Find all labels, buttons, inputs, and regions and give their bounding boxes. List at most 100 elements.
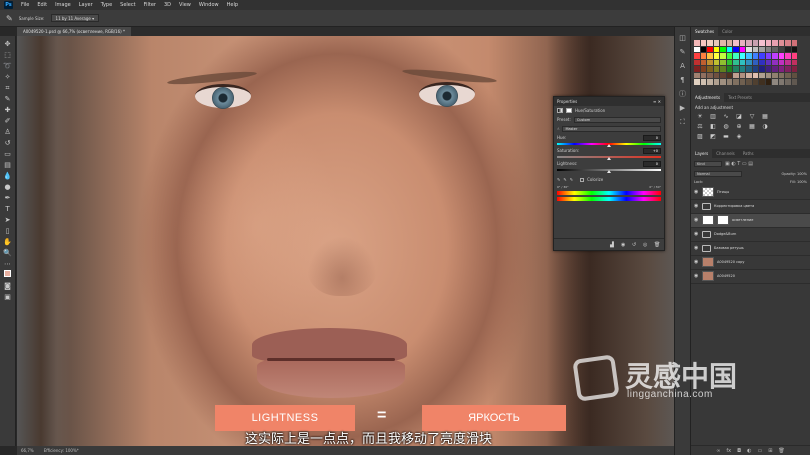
swatch-color[interactable]	[739, 46, 745, 52]
swatch-color[interactable]	[733, 59, 739, 65]
swatch-color[interactable]	[700, 53, 706, 59]
swatch-color[interactable]	[765, 46, 771, 52]
channel-mixer-icon[interactable]: ⊕	[735, 123, 743, 130]
swatch-color[interactable]	[720, 59, 726, 65]
swatch-color[interactable]	[746, 79, 752, 85]
hsl-icon[interactable]: ▦	[761, 113, 769, 120]
menu-image[interactable]: Image	[55, 2, 71, 8]
layer-visibility-eye-icon[interactable]: ◉	[694, 273, 699, 279]
info-panel-icon[interactable]: ⓘ	[678, 89, 688, 99]
swatch-color[interactable]	[726, 59, 732, 65]
hue-input[interactable]: 0	[643, 134, 661, 141]
swatch-color[interactable]	[759, 59, 765, 65]
lightness-slider[interactable]	[557, 168, 661, 173]
swatch-color[interactable]	[733, 40, 739, 46]
preset-dropdown[interactable]: Custom	[573, 116, 661, 123]
menu-layer[interactable]: Layer	[79, 2, 93, 8]
swatch-color[interactable]	[765, 79, 771, 85]
link-layers-icon[interactable]: ∞	[716, 448, 720, 454]
swatch-color[interactable]	[713, 79, 719, 85]
photo-filter-icon[interactable]: ◍	[722, 123, 730, 130]
swatch-color[interactable]	[733, 72, 739, 78]
eyedropper-icon[interactable]: ✎	[6, 14, 13, 23]
swatch-color[interactable]	[726, 72, 732, 78]
swatch-color[interactable]	[765, 53, 771, 59]
swatch-color[interactable]	[791, 59, 797, 65]
actions-panel-icon[interactable]: ▶	[678, 103, 688, 113]
swatch-color[interactable]	[700, 46, 706, 52]
menu-window[interactable]: Window	[199, 2, 219, 8]
lasso-tool-icon[interactable]: ➰	[3, 61, 13, 71]
kind-dropdown[interactable]: Kind	[694, 160, 722, 167]
swatch-color[interactable]	[778, 72, 784, 78]
menu-edit[interactable]: Edit	[37, 2, 47, 8]
swatch-color[interactable]	[759, 46, 765, 52]
swatch-color[interactable]	[778, 79, 784, 85]
lightness-slider-thumb[interactable]	[607, 170, 611, 173]
swatch-color[interactable]	[785, 72, 791, 78]
eyedropper-subtract-icon[interactable]: ✎	[570, 177, 573, 182]
swatch-color[interactable]	[707, 40, 713, 46]
navigator-panel-icon[interactable]: ⛶	[678, 117, 688, 127]
swatch-color[interactable]	[778, 40, 784, 46]
swatch-color[interactable]	[739, 66, 745, 72]
swatch-color[interactable]	[720, 40, 726, 46]
saturation-input[interactable]: +0	[643, 147, 661, 154]
swatch-color[interactable]	[778, 66, 784, 72]
lightness-input[interactable]: 0	[643, 160, 661, 167]
swatch-color[interactable]	[726, 53, 732, 59]
gradient-map-icon[interactable]: ▬	[722, 133, 730, 140]
swatch-color[interactable]	[694, 53, 700, 59]
hue-slider[interactable]	[557, 142, 661, 147]
swatch-color[interactable]	[791, 66, 797, 72]
sample-size-dropdown[interactable]: 11 by 11 Average ▾	[50, 14, 100, 22]
swatch-color[interactable]	[707, 59, 713, 65]
color-lookup-icon[interactable]: ▦	[748, 123, 756, 130]
menu-type[interactable]: Type	[101, 2, 112, 8]
photoshop-logo-icon[interactable]: Ps	[4, 1, 13, 9]
swatch-color[interactable]	[694, 40, 700, 46]
mask-icon[interactable]	[566, 108, 572, 113]
tab-layers[interactable]: Layers	[691, 148, 713, 158]
black-white-icon[interactable]: ◧	[709, 123, 717, 130]
layer-visibility-eye-icon[interactable]: ◉	[694, 203, 699, 209]
swatch-color[interactable]	[694, 59, 700, 65]
brush-tool-icon[interactable]: ✐	[3, 116, 13, 126]
swatch-color[interactable]	[791, 40, 797, 46]
swatch-color[interactable]	[746, 59, 752, 65]
menu-view[interactable]: View	[179, 2, 191, 8]
new-adjustment-icon[interactable]: ◐	[747, 448, 751, 454]
hand-tool-icon[interactable]: ✋	[3, 237, 13, 247]
layer-visibility-eye-icon[interactable]: ◉	[694, 245, 699, 251]
swatch-color[interactable]	[746, 40, 752, 46]
layer-row[interactable]: ◉ Корректировка цвета	[691, 200, 810, 214]
clone-stamp-tool-icon[interactable]: ♙	[3, 127, 13, 137]
swatch-color[interactable]	[700, 66, 706, 72]
brush-panel-icon[interactable]: ✎	[678, 47, 688, 57]
exposure-icon[interactable]: ◪	[735, 113, 743, 120]
swatch-color[interactable]	[713, 46, 719, 52]
swatch-color[interactable]	[746, 66, 752, 72]
panel-menu-icon[interactable]: ≡ ✕	[653, 99, 661, 104]
eyedropper-sample-icon[interactable]: ✎	[557, 177, 560, 182]
marquee-tool-icon[interactable]: ⬚	[3, 50, 13, 60]
character-panel-icon[interactable]: A	[678, 61, 688, 71]
blend-mode-dropdown[interactable]: Normal	[694, 170, 742, 177]
swatch-color[interactable]	[765, 66, 771, 72]
tab-swatches[interactable]: Swatches	[691, 27, 719, 36]
opacity-field[interactable]: Opacity: 100%	[781, 172, 807, 176]
swatches-grid[interactable]	[691, 36, 810, 89]
hue-slider-thumb[interactable]	[607, 144, 611, 147]
layer-style-icon[interactable]: fx	[726, 448, 731, 454]
swatch-color[interactable]	[739, 72, 745, 78]
swatch-color[interactable]	[726, 40, 732, 46]
swatch-color[interactable]	[778, 59, 784, 65]
layer-row[interactable]: ◉ Базовая ретушь	[691, 242, 810, 256]
new-group-icon[interactable]: ▭	[757, 448, 762, 454]
visibility-icon[interactable]: ◎	[643, 242, 649, 248]
layer-visibility-eye-icon[interactable]: ◉	[694, 189, 699, 195]
swatch-color[interactable]	[772, 46, 778, 52]
swatch-color[interactable]	[733, 66, 739, 72]
swatch-color[interactable]	[746, 72, 752, 78]
screen-mode-icon[interactable]: ▣	[3, 292, 13, 302]
